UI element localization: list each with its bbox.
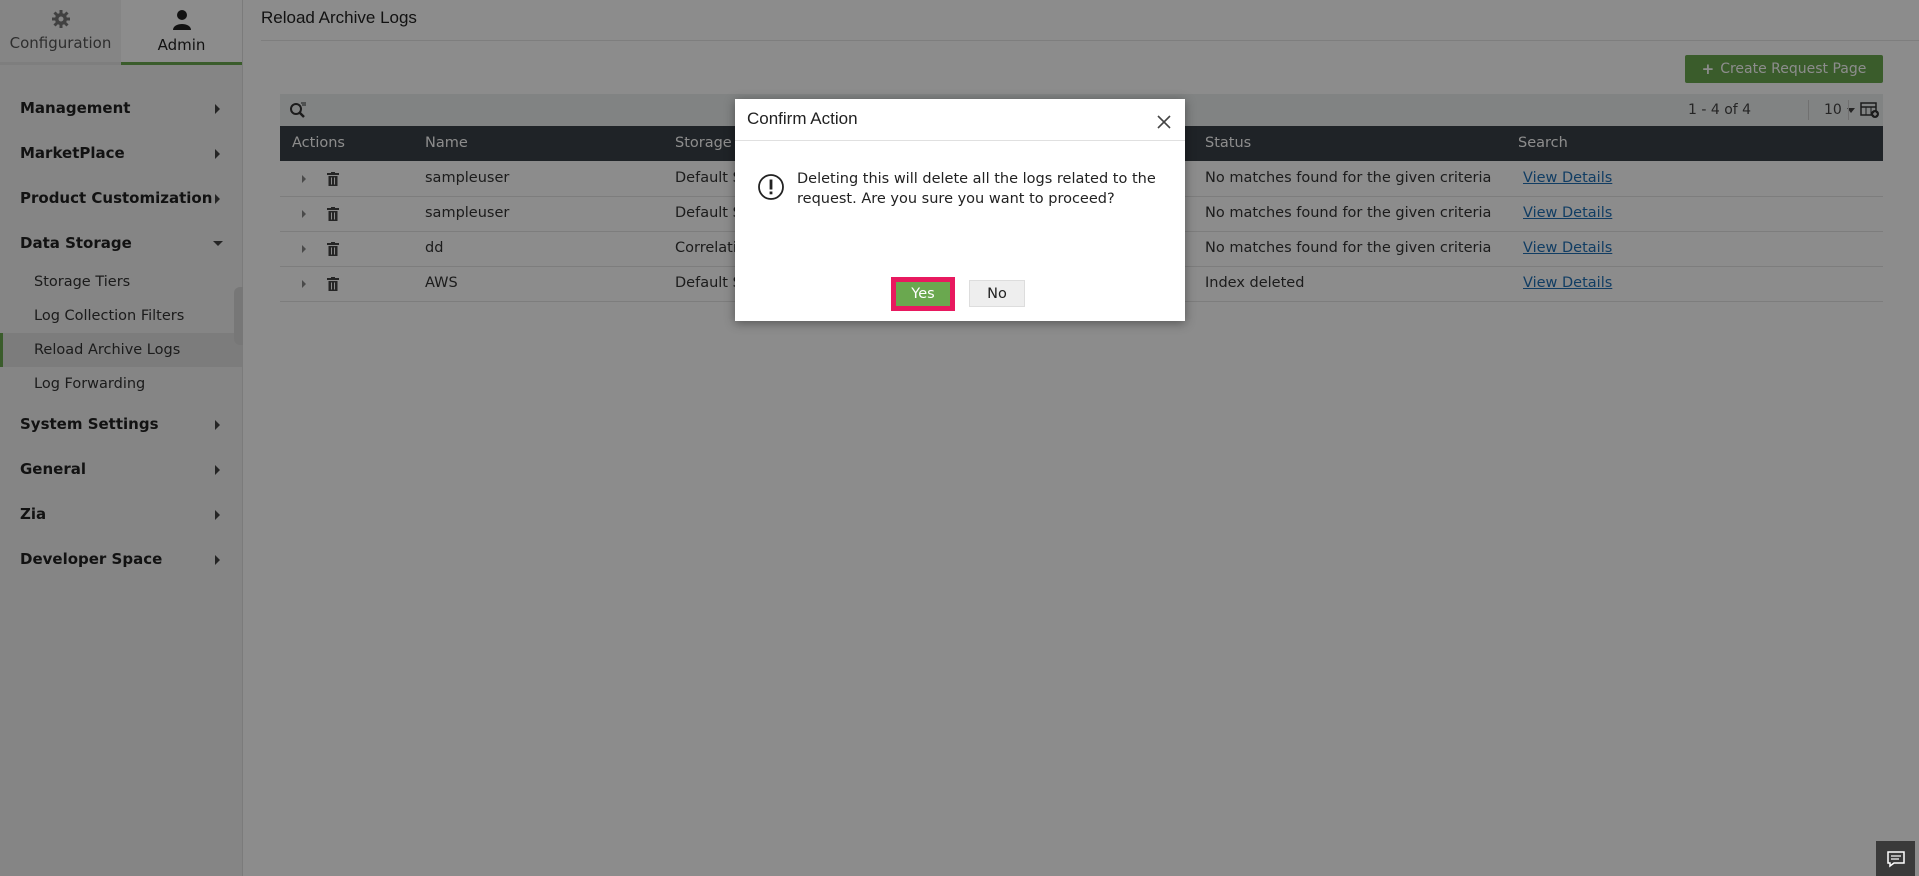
- yes-button[interactable]: Yes: [891, 277, 955, 311]
- close-icon[interactable]: [1157, 115, 1171, 129]
- no-button-label: No: [987, 285, 1007, 302]
- chat-icon: [1886, 850, 1905, 867]
- dialog-message: Deleting this will delete all the logs r…: [797, 171, 1156, 207]
- dialog-title: Confirm Action: [747, 109, 858, 128]
- warning-icon: [758, 174, 784, 200]
- yes-button-label: Yes: [896, 282, 950, 306]
- dialog-header: Confirm Action: [735, 99, 1185, 141]
- chat-button[interactable]: [1876, 841, 1915, 876]
- confirm-dialog: Confirm Action Deleting this will delete…: [735, 99, 1185, 321]
- no-button[interactable]: No: [969, 280, 1025, 307]
